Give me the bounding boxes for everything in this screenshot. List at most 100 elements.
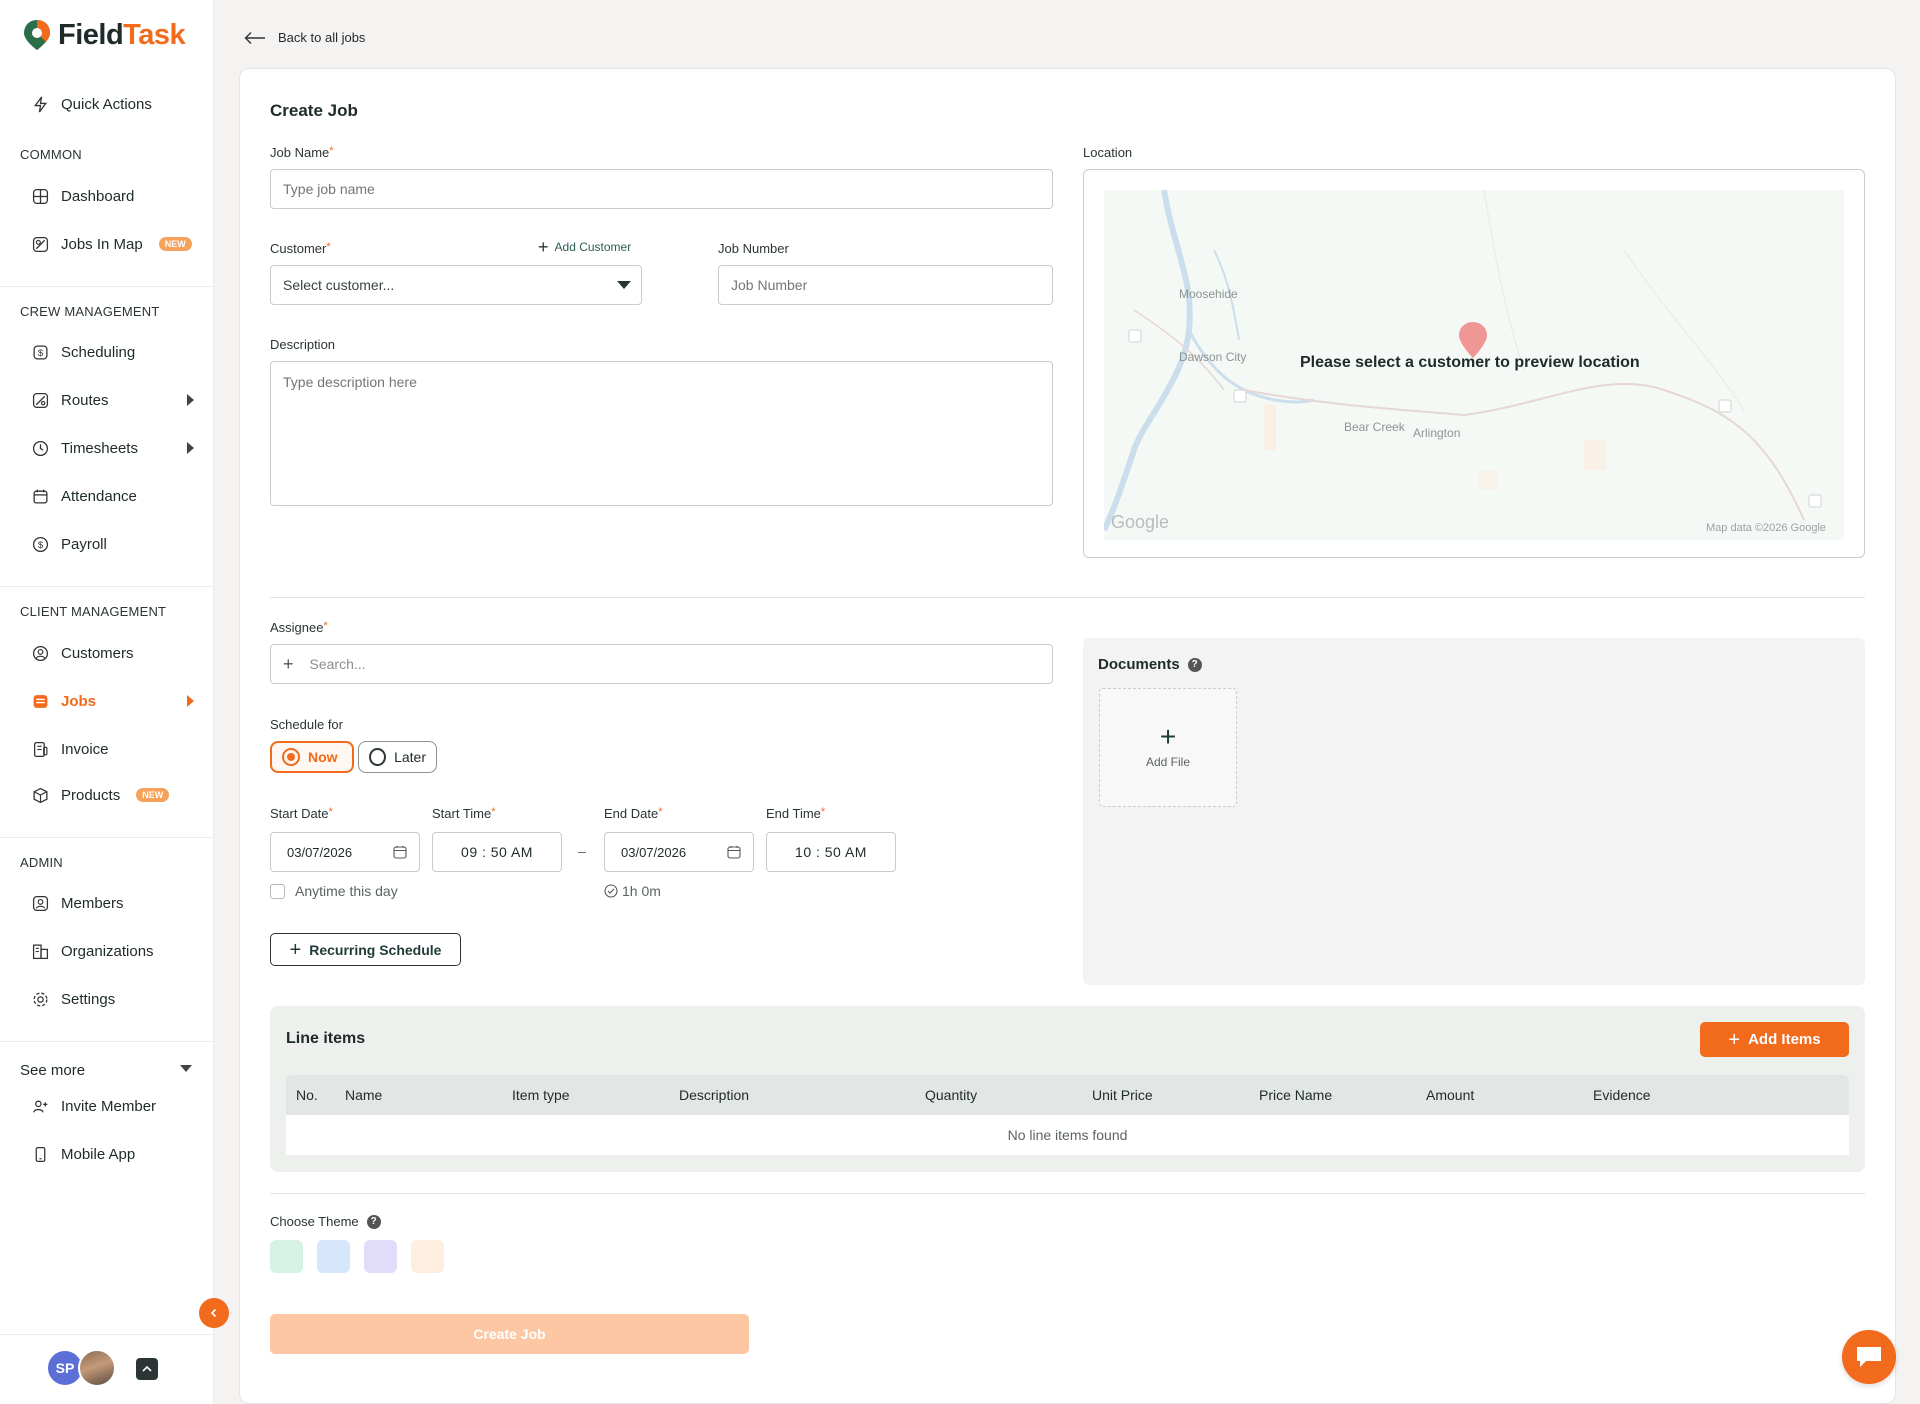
- chevron-up-icon[interactable]: [136, 1358, 158, 1380]
- sidebar-item-settings[interactable]: Settings: [32, 988, 192, 1010]
- sidebar-item-label: Jobs: [61, 692, 97, 710]
- brand-logo[interactable]: FieldTask: [22, 18, 186, 52]
- duration-display: 1h 0m: [604, 883, 661, 899]
- end-time-input[interactable]: 10 : 50 AM: [766, 832, 896, 872]
- sidebar-item-label: Scheduling: [61, 343, 136, 361]
- collapse-sidebar-button[interactable]: [199, 1298, 229, 1328]
- calendar-icon: [393, 846, 407, 859]
- anytime-checkbox[interactable]: [270, 884, 285, 899]
- sidebar-item-invite-member[interactable]: Invite Member: [32, 1095, 192, 1117]
- sidebar-item-label: Settings: [61, 990, 116, 1008]
- calendar-dollar-icon: $: [32, 344, 49, 361]
- create-job-button[interactable]: Create Job: [270, 1314, 749, 1354]
- chat-icon: [1857, 1347, 1881, 1367]
- sidebar-item-organizations[interactable]: Organizations: [32, 940, 192, 962]
- caret-down-icon: [180, 1065, 192, 1072]
- sidebar-item-label: Products: [61, 786, 121, 804]
- grid-icon: [32, 188, 49, 205]
- sidebar-item-dashboard[interactable]: Dashboard: [32, 185, 192, 207]
- plus-icon: +: [283, 653, 294, 674]
- theme-swatch-peach[interactable]: [411, 1240, 444, 1273]
- briefcase-icon: [32, 693, 49, 710]
- theme-swatch-blue[interactable]: [317, 1240, 350, 1273]
- description-textarea[interactable]: [270, 361, 1053, 506]
- quick-actions-button[interactable]: Quick Actions: [32, 93, 192, 115]
- anytime-label: Anytime this day: [295, 883, 398, 899]
- sidebar-item-payroll[interactable]: $ Payroll: [32, 533, 192, 555]
- sidebar-item-members[interactable]: Members: [32, 892, 192, 914]
- route-icon: [32, 392, 49, 409]
- user-avatar-photo[interactable]: [78, 1349, 116, 1387]
- column-header: Price Name: [1259, 1087, 1333, 1103]
- sidebar-divider: [0, 1041, 214, 1042]
- start-time-label: Start Time*: [432, 806, 496, 821]
- description-label: Description: [270, 337, 336, 352]
- chat-button[interactable]: [1842, 1330, 1896, 1384]
- schedule-later-radio[interactable]: Later: [358, 741, 437, 773]
- section-divider: [270, 1193, 1865, 1194]
- column-header: Description: [679, 1087, 750, 1103]
- plus-icon: +: [1159, 720, 1177, 752]
- column-header: Amount: [1426, 1087, 1475, 1103]
- invoice-icon: [32, 741, 49, 758]
- radio-unchecked-icon: [369, 748, 387, 766]
- quick-actions-label: Quick Actions: [61, 95, 152, 113]
- caret-down-icon: [617, 281, 631, 289]
- arrow-left-icon: [244, 31, 265, 44]
- start-time-input[interactable]: 09 : 50 AM: [432, 832, 562, 872]
- sidebar-divider: [0, 837, 214, 838]
- sidebar-item-label: Routes: [61, 391, 109, 409]
- add-file-button[interactable]: + Add File: [1099, 688, 1237, 807]
- help-icon[interactable]: ?: [1187, 657, 1202, 672]
- assignee-search[interactable]: + Search...: [270, 644, 1053, 684]
- sidebar-item-timesheets[interactable]: Timesheets: [32, 437, 194, 459]
- map-icon: [32, 236, 49, 253]
- customer-select[interactable]: Select customer...: [270, 265, 642, 305]
- sidebar-item-products[interactable]: Products NEW: [32, 784, 192, 806]
- job-name-label: Job Name*: [270, 145, 334, 160]
- gear-icon: [32, 991, 49, 1008]
- sidebar-item-jobs-in-map[interactable]: Jobs In Map NEW: [32, 233, 192, 255]
- theme-swatch-purple[interactable]: [364, 1240, 397, 1273]
- sidebar-item-label: Organizations: [61, 942, 154, 960]
- sidebar: FieldTask Quick Actions COMMON Dashboard…: [0, 0, 214, 1404]
- map-place-label: Arlington: [1413, 426, 1461, 440]
- chevron-right-icon: [187, 442, 194, 454]
- map-place-label: Dawson City: [1179, 350, 1247, 364]
- section-common: COMMON: [20, 147, 82, 162]
- assignee-placeholder: Search...: [309, 656, 366, 672]
- back-to-jobs-link[interactable]: Back to all jobs: [244, 30, 365, 45]
- date-separator: –: [578, 843, 586, 859]
- sidebar-item-mobile-app[interactable]: Mobile App: [32, 1143, 192, 1165]
- plus-icon: +: [289, 938, 302, 961]
- sidebar-item-label: Attendance: [61, 487, 137, 505]
- sidebar-item-label: Invoice: [61, 740, 109, 758]
- start-date-input[interactable]: 03/07/2026: [270, 832, 420, 872]
- sidebar-divider: [0, 1334, 214, 1335]
- add-items-button[interactable]: + Add Items: [1700, 1022, 1849, 1057]
- assignee-label: Assignee*: [270, 620, 328, 635]
- user-icon: [32, 895, 49, 912]
- recurring-schedule-button[interactable]: + Recurring Schedule: [270, 933, 461, 966]
- sidebar-item-label: Invite Member: [61, 1097, 157, 1115]
- job-name-input[interactable]: [270, 169, 1053, 209]
- column-header: Unit Price: [1092, 1087, 1153, 1103]
- sidebar-item-jobs[interactable]: Jobs: [32, 690, 194, 712]
- job-number-input[interactable]: [718, 265, 1053, 305]
- theme-swatch-green[interactable]: [270, 1240, 303, 1273]
- sidebar-item-routes[interactable]: Routes: [32, 389, 194, 411]
- see-more-toggle[interactable]: See more: [20, 1059, 192, 1081]
- sidebar-item-scheduling[interactable]: $ Scheduling: [32, 341, 192, 363]
- sidebar-item-customers[interactable]: Customers: [32, 642, 192, 664]
- svg-text:$: $: [38, 540, 44, 551]
- see-more-label: See more: [20, 1061, 86, 1079]
- bolt-icon: [32, 96, 49, 113]
- end-date-input[interactable]: 03/07/2026: [604, 832, 754, 872]
- add-customer-button[interactable]: + Add Customer: [538, 238, 631, 256]
- sidebar-item-attendance[interactable]: Attendance: [32, 485, 192, 507]
- sidebar-item-invoice[interactable]: Invoice: [32, 738, 192, 760]
- new-badge: NEW: [158, 237, 192, 251]
- help-icon[interactable]: ?: [366, 1214, 381, 1229]
- column-header: Evidence: [1593, 1087, 1651, 1103]
- schedule-now-radio[interactable]: Now: [270, 741, 354, 773]
